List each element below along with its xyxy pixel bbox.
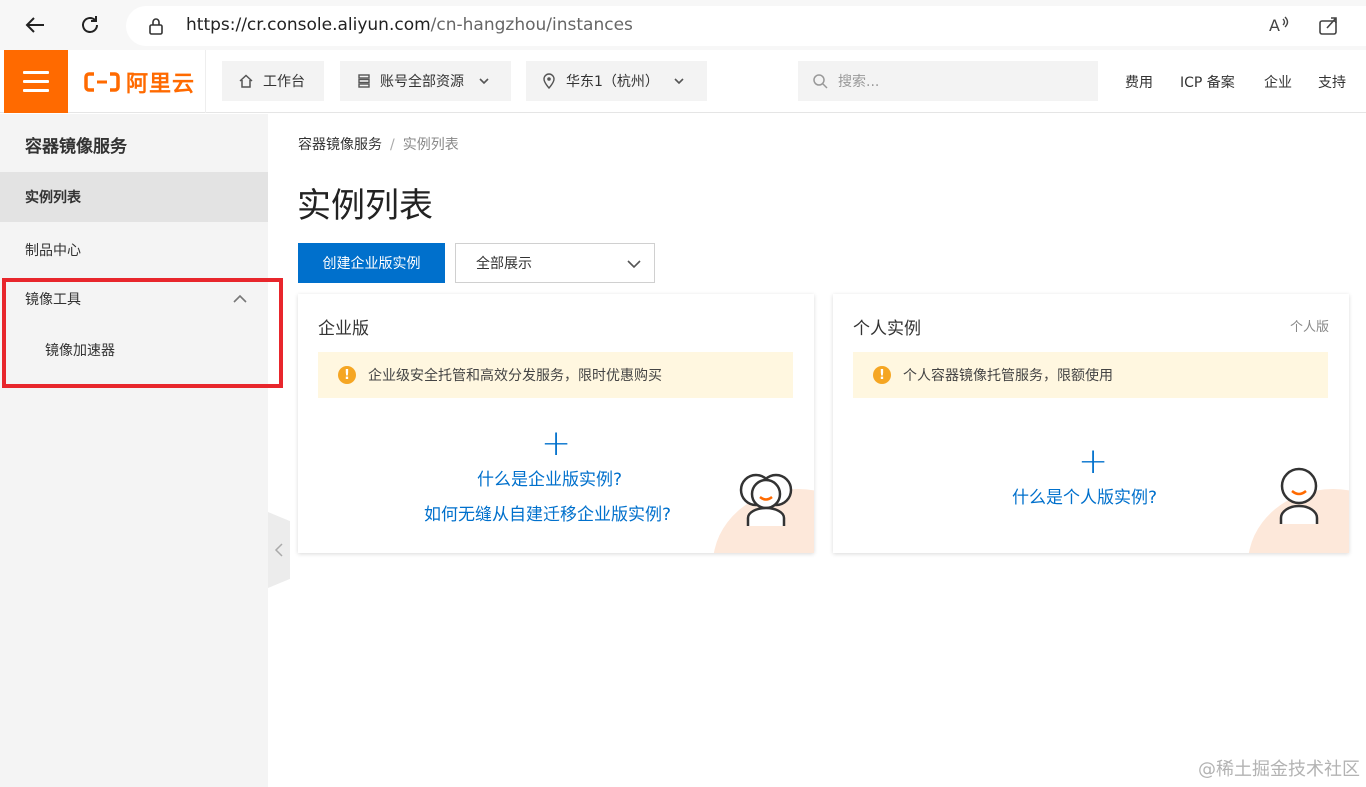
card-title: 企业版 [318,319,369,339]
notice-text: 个人容器镜像托管服务，限额使用 [903,368,1113,384]
aliyun-logo-icon [84,71,120,92]
warning-icon: ! [338,366,356,384]
url-path: /cn-hangzhou/instances [430,15,633,35]
menu-button[interactable] [4,50,68,113]
database-icon [358,74,370,88]
chevron-down-icon [627,260,641,269]
location-icon [543,73,555,89]
region-label: 华东1（杭州） [566,74,659,90]
personal-card: 个人实例 个人版 ! 个人容器镜像托管服务，限额使用 + 什么是个人版实例? [833,294,1349,553]
nav-link-support[interactable]: 支持 [1318,72,1346,92]
aliyun-logo[interactable]: 阿里云 [68,50,206,113]
console-header: 阿里云 工作台 账号全部资源 华东1（杭州） 搜索... 费用 ICP 备案 企… [0,50,1366,113]
team-avatar-icon [739,473,793,526]
card-tag: 个人版 [1289,320,1329,335]
breadcrumb-separator: / [390,137,395,153]
notice-banner: ! 个人容器镜像托管服务，限额使用 [853,352,1328,398]
url-text: https://cr.console.aliyun.com/cn-hangzho… [186,15,633,35]
enterprise-card: 企业版 ! 企业级安全托管和高效分发服务，限时优惠购买 + 什么是企业版实例? … [298,294,814,553]
search-icon [813,74,828,89]
address-bar[interactable]: https://cr.console.aliyun.com/cn-hangzho… [126,6,1366,46]
sidebar-item-instances[interactable]: 实例列表 [0,172,268,222]
region-selector[interactable]: 华东1（杭州） [526,61,707,101]
search-placeholder: 搜索... [838,74,880,90]
sidebar-item-label: 实例列表 [25,190,81,206]
display-filter-value: 全部展示 [476,256,532,272]
sidebar-item-artifacts[interactable]: 制品中心 [0,225,268,275]
add-icon[interactable]: + [1078,444,1108,480]
home-icon [239,74,253,88]
sidebar-collapse-button[interactable] [268,512,290,588]
breadcrumb-item[interactable]: 容器镜像服务 [298,137,382,153]
menu-bar [23,71,49,74]
menu-bar [23,89,49,92]
read-aloud-icon[interactable]: A [1268,14,1290,36]
menu-bar [23,80,49,83]
logo-text: 阿里云 [126,71,196,97]
breadcrumb-current: 实例列表 [402,137,459,153]
chevron-left-icon [274,543,283,557]
reload-icon [82,16,98,33]
create-enterprise-instance-button[interactable]: 创建企业版实例 [298,243,445,283]
resource-label: 账号全部资源 [380,74,464,90]
card-title: 个人实例 [853,319,921,339]
warning-icon: ! [873,366,891,384]
workbench-button[interactable]: 工作台 [222,61,324,101]
annotation-highlight-box [2,278,283,388]
url-host: https://cr.console.aliyun.com [186,15,431,35]
reload-button[interactable] [75,10,105,40]
browser-toolbar: https://cr.console.aliyun.com/cn-hangzho… [0,0,1366,50]
breadcrumb: 容器镜像服务 / 实例列表 [298,134,459,154]
share-icon[interactable] [1318,14,1340,36]
sidebar-item-label: 制品中心 [25,243,81,259]
person-avatar-icon [1279,467,1319,524]
nav-link-billing[interactable]: 费用 [1125,72,1153,92]
back-arrow-icon [25,17,44,33]
nav-link-icp[interactable]: ICP 备案 [1180,72,1235,92]
sidebar-title: 容器镜像服务 [25,137,127,157]
lock-icon [149,18,163,35]
chevron-down-icon [674,78,684,85]
back-button[interactable] [20,10,50,40]
search-input[interactable]: 搜索... [798,61,1098,101]
page-title: 实例列表 [297,186,433,226]
migrate-enterprise-link[interactable]: 如何无缝从自建迁移企业版实例? [424,500,671,525]
what-is-enterprise-link[interactable]: 什么是企业版实例? [477,465,622,490]
chevron-down-icon [479,78,489,85]
add-icon[interactable]: + [541,426,571,462]
sidebar: 容器镜像服务 实例列表 制品中心 镜像工具 镜像加速器 [0,114,268,787]
notice-banner: ! 企业级安全托管和高效分发服务，限时优惠购买 [318,352,793,398]
display-filter-select[interactable]: 全部展示 [455,243,655,283]
resource-selector[interactable]: 账号全部资源 [340,61,511,101]
what-is-personal-link[interactable]: 什么是个人版实例? [1012,483,1157,508]
nav-link-enterprise[interactable]: 企业 [1264,72,1292,92]
workbench-label: 工作台 [263,74,305,90]
watermark: @稀土掘金技术社区 [1198,759,1360,780]
svg-text:A: A [1269,16,1280,35]
notice-text: 企业级安全托管和高效分发服务，限时优惠购买 [368,368,662,384]
